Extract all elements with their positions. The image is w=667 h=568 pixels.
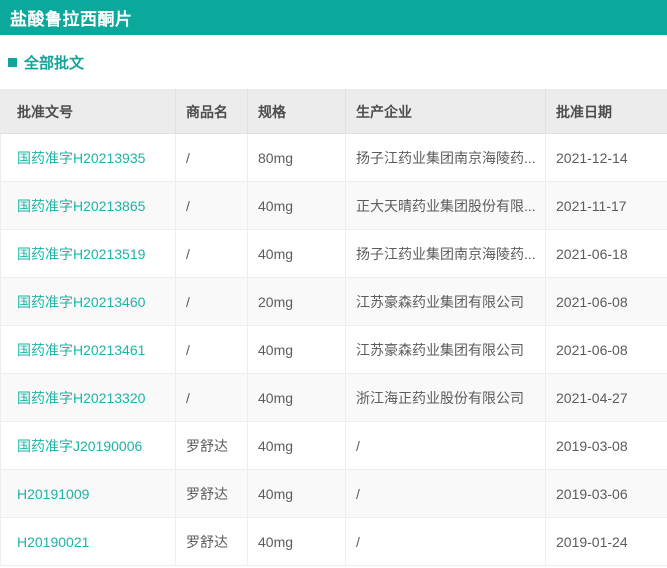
cell-spec: 40mg bbox=[247, 517, 346, 566]
table-row: 国药准字H20213320 /40mg 浙江海正药业股份有限公司 2021-04-27 bbox=[0, 373, 667, 422]
page-header: 盐酸鲁拉西酮片 bbox=[0, 0, 667, 35]
table-row: 国药准字H20213461 /40mg 江苏豪森药业集团有限公司 2021-06-08 bbox=[0, 325, 667, 374]
approvals-table-body: 国药准字H20213935/80mg 扬子江药业集团南京海陵药... 2021-12… bbox=[0, 133, 667, 566]
cell-manufacturer: / bbox=[345, 469, 546, 518]
cell-spec: 40mg bbox=[247, 181, 346, 230]
cell-spec: 20mg bbox=[247, 277, 346, 326]
header-row: 批准文号 商品名 规格 生产企业 批准日期 bbox=[0, 89, 667, 134]
table-row: H20191009 罗舒达 40mg/2019-03-06 bbox=[0, 469, 667, 518]
approval-no-link[interactable]: 国药准字H20213519 bbox=[17, 246, 145, 262]
cell-approval-date: 2019-01-24 bbox=[545, 517, 667, 566]
cell-approval-no: 国药准字H20213935 bbox=[0, 133, 176, 182]
approval-no-link[interactable]: 国药准字H20213460 bbox=[17, 294, 145, 310]
cell-approval-no: 国药准字J20190006 bbox=[0, 421, 176, 470]
page-title: 盐酸鲁拉西酮片 bbox=[10, 10, 133, 29]
cell-spec: 80mg bbox=[247, 133, 346, 182]
table-row: H20190021 罗舒达 40mg/2019-01-24 bbox=[0, 517, 667, 566]
col-header-approval-date: 批准日期 bbox=[545, 89, 667, 134]
cell-spec: 40mg bbox=[247, 421, 346, 470]
approval-no-link[interactable]: 国药准字H20213320 bbox=[17, 390, 145, 406]
approvals-table: 批准文号 商品名 规格 生产企业 批准日期 国药准字H20213935/80mg… bbox=[0, 89, 667, 566]
cell-manufacturer: / bbox=[345, 517, 546, 566]
cell-approval-no: 国药准字H20213461 bbox=[0, 325, 176, 374]
cell-trade-name: / bbox=[175, 325, 248, 374]
cell-approval-date: 2019-03-06 bbox=[545, 469, 667, 518]
cell-approval-date: 2021-06-18 bbox=[545, 229, 667, 278]
cell-approval-date: 2019-03-08 bbox=[545, 421, 667, 470]
cell-manufacturer: 江苏豪森药业集团有限公司 bbox=[345, 325, 546, 374]
cell-manufacturer: 扬子江药业集团南京海陵药... bbox=[345, 133, 546, 182]
cell-approval-date: 2021-06-08 bbox=[545, 325, 667, 374]
table-row: 国药准字H20213935 /80mg 扬子江药业集团南京海陵药... 2021-12… bbox=[0, 133, 667, 182]
cell-manufacturer: / bbox=[345, 421, 546, 470]
cell-trade-name: / bbox=[175, 133, 248, 182]
cell-trade-name: / bbox=[175, 229, 248, 278]
table-row: 国药准字J20190006 罗舒达 40mg/2019-03-08 bbox=[0, 421, 667, 470]
approval-no-link[interactable]: 国药准字J20190006 bbox=[17, 438, 142, 454]
cell-approval-no: 国药准字H20213519 bbox=[0, 229, 176, 278]
cell-spec: 40mg bbox=[247, 229, 346, 278]
cell-trade-name: 罗舒达 bbox=[175, 469, 248, 518]
square-bullet-icon bbox=[8, 57, 17, 67]
cell-manufacturer: 浙江海正药业股份有限公司 bbox=[345, 373, 546, 422]
col-header-trade-name: 商品名 bbox=[175, 89, 248, 134]
cell-approval-no: 国药准字H20213865 bbox=[0, 181, 176, 230]
approval-no-link[interactable]: 国药准字H20213935 bbox=[17, 150, 145, 166]
cell-approval-no: 国药准字H20213320 bbox=[0, 373, 176, 422]
approval-no-link[interactable]: 国药准字H20213865 bbox=[17, 198, 145, 214]
cell-approval-date: 2021-12-14 bbox=[545, 133, 667, 182]
cell-approval-no: H20190021 bbox=[0, 517, 176, 566]
approval-no-link[interactable]: H20190021 bbox=[17, 534, 89, 550]
section-label-text: 全部批文 bbox=[24, 54, 85, 72]
cell-manufacturer: 正大天晴药业集团股份有限... bbox=[345, 181, 546, 230]
col-header-manufacturer: 生产企业 bbox=[345, 89, 546, 134]
col-header-spec: 规格 bbox=[247, 89, 346, 134]
cell-spec: 40mg bbox=[247, 469, 346, 518]
cell-manufacturer: 扬子江药业集团南京海陵药... bbox=[345, 229, 546, 278]
cell-approval-date: 2021-04-27 bbox=[545, 373, 667, 422]
table-row: 国药准字H20213865 /40mg 正大天晴药业集团股份有限... 2021-11… bbox=[0, 181, 667, 230]
cell-approval-date: 2021-11-17 bbox=[545, 181, 667, 230]
cell-approval-date: 2021-06-08 bbox=[545, 277, 667, 326]
cell-manufacturer: 江苏豪森药业集团有限公司 bbox=[345, 277, 546, 326]
approval-no-link[interactable]: 国药准字H20213461 bbox=[17, 342, 145, 358]
approval-no-link[interactable]: H20191009 bbox=[17, 486, 89, 502]
approvals-table-header: 批准文号 商品名 规格 生产企业 批准日期 bbox=[0, 89, 667, 134]
cell-approval-no: 国药准字H20213460 bbox=[0, 277, 176, 326]
section-all-approvals: 全部批文 bbox=[8, 52, 667, 72]
cell-trade-name: / bbox=[175, 181, 248, 230]
cell-spec: 40mg bbox=[247, 373, 346, 422]
cell-trade-name: / bbox=[175, 373, 248, 422]
cell-trade-name: / bbox=[175, 277, 248, 326]
table-row: 国药准字H20213460 /20mg 江苏豪森药业集团有限公司 2021-06-08 bbox=[0, 277, 667, 326]
col-header-approval-no: 批准文号 bbox=[0, 89, 176, 134]
cell-trade-name: 罗舒达 bbox=[175, 517, 248, 566]
cell-approval-no: H20191009 bbox=[0, 469, 176, 518]
table-row: 国药准字H20213519 /40mg 扬子江药业集团南京海陵药... 2021-06… bbox=[0, 229, 667, 278]
cell-spec: 40mg bbox=[247, 325, 346, 374]
cell-trade-name: 罗舒达 bbox=[175, 421, 248, 470]
